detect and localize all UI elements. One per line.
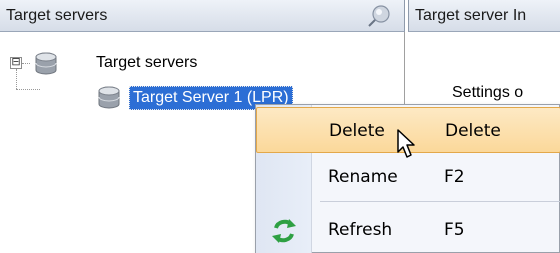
menu-item-rename[interactable]: Rename F2 [256,154,560,200]
pin-icon[interactable] [366,3,392,29]
target-server-info-header: Target server In [408,0,560,32]
menu-item-refresh[interactable]: Refresh F5 [256,207,560,253]
menu-item-label: Delete [329,121,385,141]
mouse-pointer-icon [397,129,415,158]
panel-title: Target server In [415,7,527,24]
panel-title: Target servers [6,7,108,24]
menu-item-shortcut: F2 [444,167,465,187]
tree-connector [16,89,40,90]
database-icon [98,86,120,109]
collapse-expander[interactable]: ⊟ [10,57,22,69]
menu-item-label: Refresh [328,220,393,240]
menu-item-label: Rename [328,167,398,187]
target-servers-panel-header: Target servers [0,0,405,32]
context-menu: Delete Delete Rename F2 Refresh F5 [255,104,560,253]
menu-separator [320,201,560,202]
tree-item-target-servers[interactable]: Target servers [96,54,197,72]
menu-item-shortcut: Delete [445,121,501,141]
tree-connector [22,63,30,64]
settings-label: Settings o [452,84,524,101]
menu-item-shortcut: F5 [444,220,465,240]
tree-connector [16,69,17,89]
database-icon [35,52,57,75]
